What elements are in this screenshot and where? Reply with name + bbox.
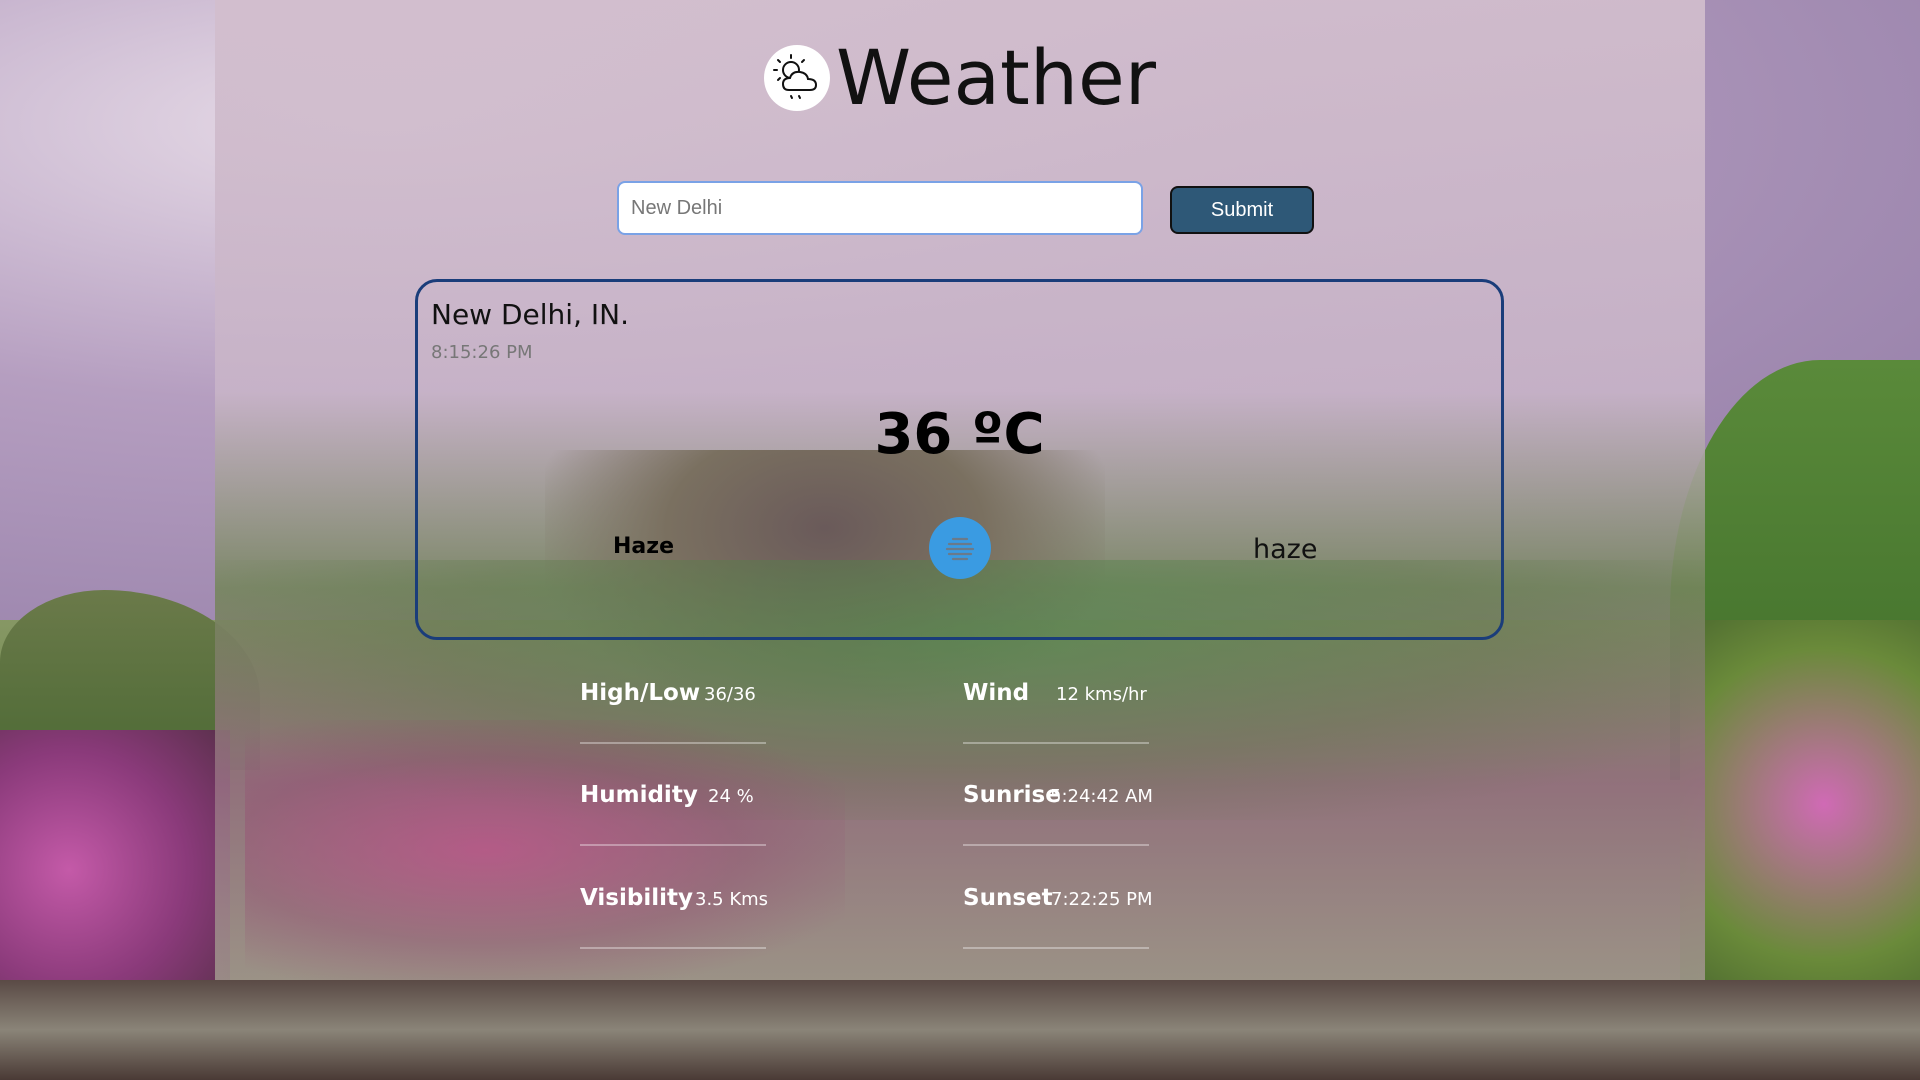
app-title: Weather xyxy=(764,40,1156,116)
city-search-input[interactable] xyxy=(617,181,1143,235)
search-row: Submit xyxy=(617,181,1317,241)
divider xyxy=(963,844,1149,846)
divider xyxy=(580,844,766,846)
divider xyxy=(963,947,1149,949)
location-name: New Delhi, IN. xyxy=(431,298,629,331)
stat-label: High/Low xyxy=(580,680,701,706)
stat-label: Visibility xyxy=(580,885,693,911)
divider xyxy=(580,742,766,744)
app-title-text: Weather xyxy=(836,33,1156,122)
stat-label: Sunset xyxy=(963,885,1053,911)
stat-value: 3.5 Kms xyxy=(695,889,769,910)
stat-value: 7:22:25 PM xyxy=(1051,889,1153,910)
condition-description: haze xyxy=(1253,534,1318,565)
stat-visibility: Visibility 3.5 Kms xyxy=(580,865,770,951)
weather-logo-icon xyxy=(764,45,830,111)
stat-label: Humidity xyxy=(580,782,698,808)
divider xyxy=(580,947,766,949)
stat-label: Wind xyxy=(963,680,1030,706)
submit-button[interactable]: Submit xyxy=(1170,186,1314,234)
divider xyxy=(963,742,1149,744)
temperature: 36 ºC xyxy=(874,402,1045,467)
stat-sunrise: Sunrise 5:24:42 AM xyxy=(963,762,1153,848)
stat-label: Sunrise xyxy=(963,782,1061,808)
background-ground xyxy=(0,980,1920,1080)
haze-icon xyxy=(929,517,991,579)
stat-value: 36/36 xyxy=(704,684,756,705)
stat-sunset: Sunset 7:22:25 PM xyxy=(963,865,1153,951)
header: Weather xyxy=(0,40,1920,116)
stat-value: 5:24:42 AM xyxy=(1050,786,1153,807)
stat-wind: Wind 12 kms/hr xyxy=(963,660,1153,746)
stat-value: 12 kms/hr xyxy=(1056,684,1147,705)
stat-value: 24 % xyxy=(708,786,754,807)
weather-stats: High/Low 36/36 Humidity 24 % Visibility … xyxy=(0,660,1920,980)
stat-high-low: High/Low 36/36 xyxy=(580,660,770,746)
condition-main: Haze xyxy=(613,534,674,559)
stat-humidity: Humidity 24 % xyxy=(580,762,770,848)
local-time: 8:15:26 PM xyxy=(431,342,533,363)
current-weather-card: New Delhi, IN. 8:15:26 PM 36 ºC Haze haz… xyxy=(415,279,1504,640)
